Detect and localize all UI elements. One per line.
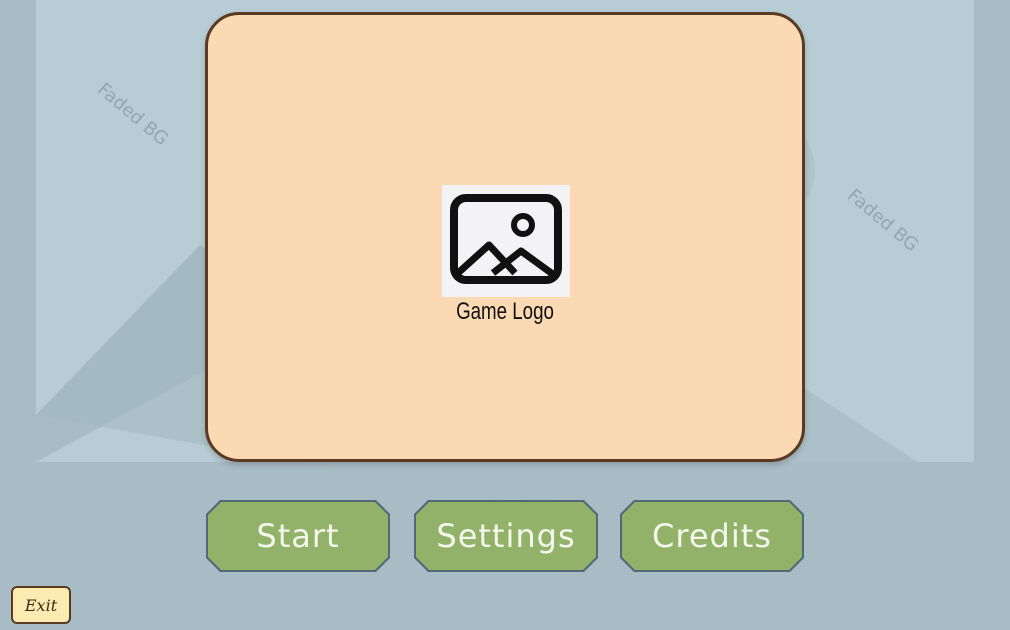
start-button[interactable]: Start bbox=[206, 500, 390, 572]
exit-button[interactable]: Exit bbox=[11, 586, 71, 624]
game-logo-caption: Game Logo bbox=[456, 298, 554, 325]
settings-button-label: Settings bbox=[436, 517, 576, 555]
settings-button[interactable]: Settings bbox=[414, 500, 598, 572]
image-placeholder-icon bbox=[450, 194, 562, 284]
settings-button-face: Settings bbox=[416, 502, 596, 570]
credits-button-face: Credits bbox=[622, 502, 802, 570]
credits-button[interactable]: Credits bbox=[620, 500, 804, 572]
game-logo-placeholder bbox=[442, 185, 570, 297]
start-button-label: Start bbox=[256, 517, 340, 555]
exit-button-label: Exit bbox=[24, 595, 58, 615]
start-button-face: Start bbox=[208, 502, 388, 570]
credits-button-label: Credits bbox=[652, 517, 772, 555]
